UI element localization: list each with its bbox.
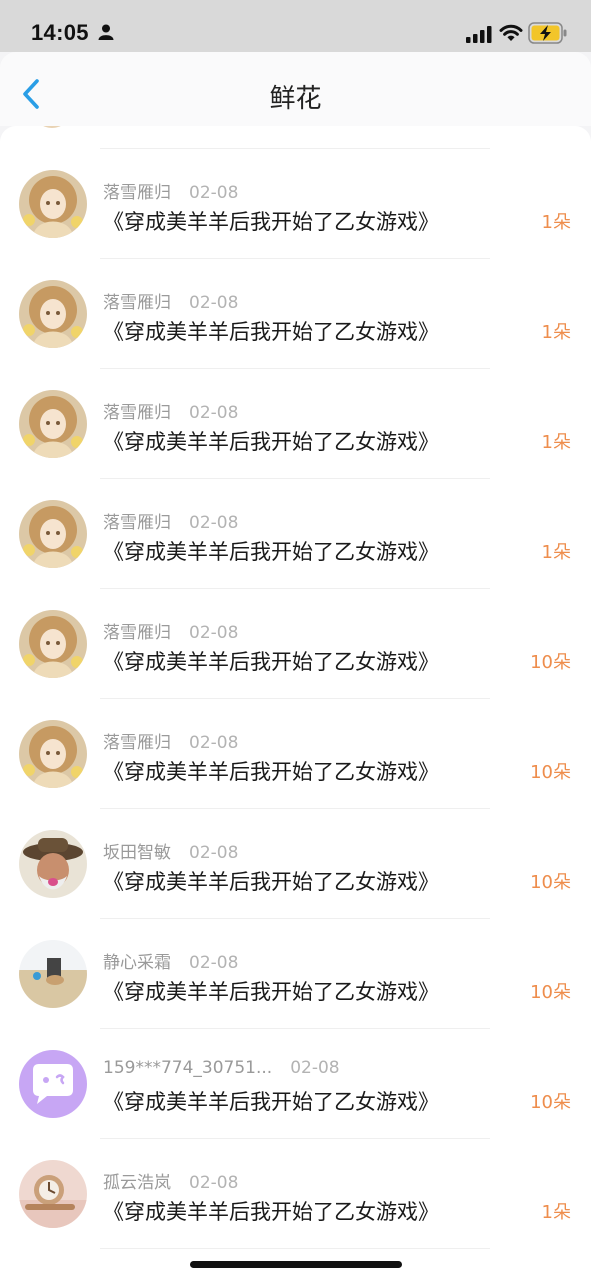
list-item[interactable]: 坂田智敏 02-08 《穿成美羊羊后我开始了乙女游戏》 10朵 xyxy=(0,786,591,919)
avatar-image xyxy=(19,280,87,348)
divider xyxy=(100,1248,490,1249)
record-date: 02-08 xyxy=(189,293,239,313)
book-title: 《穿成美羊羊后我开始了乙女游戏》 xyxy=(103,320,439,344)
record-meta: 落雪雁归 02-08 xyxy=(103,288,238,313)
page-title: 鲜花 xyxy=(269,84,322,114)
record-date: 02-08 xyxy=(189,953,239,973)
record-meta: 159***774_30751... 02-08 xyxy=(103,1058,340,1078)
book-title: 《穿成美羊羊后我开始了乙女游戏》 xyxy=(103,430,439,454)
book-title: 《穿成美羊羊后我开始了乙女游戏》 xyxy=(103,540,439,564)
flower-record-list[interactable]: 落雪雁归 02-08 《穿成美羊羊后我开始了乙女游戏》 1朵 落雪雁归 02-08 … xyxy=(0,126,591,1280)
book-title: 《穿成美羊羊后我开始了乙女游戏》 xyxy=(103,980,439,1004)
record-meta: 静心采霜 02-08 xyxy=(103,948,238,973)
list-item[interactable]: 落雪雁归 02-08 《穿成美羊羊后我开始了乙女游戏》 1朵 xyxy=(0,236,591,369)
record-meta: 落雪雁归 02-08 xyxy=(103,618,238,643)
list-item[interactable]: 落雪雁归 02-08 《穿成美羊羊后我开始了乙女游戏》 10朵 xyxy=(0,676,591,809)
avatar xyxy=(19,940,87,1008)
list-item[interactable]: 落雪雁归 02-08 《穿成美羊羊后我开始了乙女游戏》 1朵 xyxy=(0,346,591,479)
avatar-image xyxy=(19,610,87,678)
record-meta: 落雪雁归 02-08 xyxy=(103,728,238,753)
flower-count: 10朵 xyxy=(530,652,571,673)
flower-count: 1朵 xyxy=(541,1202,571,1223)
record-date: 02-08 xyxy=(189,1173,239,1193)
username: 159***774_30751... xyxy=(103,1058,273,1078)
avatar-image xyxy=(19,830,87,898)
flower-count: 10朵 xyxy=(530,982,571,1003)
flower-count: 1朵 xyxy=(541,322,571,343)
home-indicator xyxy=(190,1261,402,1268)
username: 落雪雁归 xyxy=(103,623,171,643)
battery-charging-icon xyxy=(528,22,567,44)
avatar-image xyxy=(19,390,87,458)
book-title: 《穿成美羊羊后我开始了乙女游戏》 xyxy=(103,760,439,784)
username: 落雪雁归 xyxy=(103,403,171,423)
list-item[interactable]: 159***774_30751... 02-08 《穿成美羊羊后我开始了乙女游戏》… xyxy=(0,1006,591,1139)
username: 落雪雁归 xyxy=(103,733,171,753)
username: 孤云浩岚 xyxy=(103,1173,171,1193)
username: 落雪雁归 xyxy=(103,293,171,313)
flower-count: 10朵 xyxy=(530,872,571,893)
avatar xyxy=(19,390,87,458)
record-meta: 落雪雁归 02-08 xyxy=(103,178,238,203)
list-item[interactable]: 落雪雁归 02-08 《穿成美羊羊后我开始了乙女游戏》 1朵 xyxy=(0,126,591,259)
avatar xyxy=(19,500,87,568)
record-meta: 孤云浩岚 02-08 xyxy=(103,1168,238,1193)
record-date: 02-08 xyxy=(189,403,239,423)
record-date: 02-08 xyxy=(189,183,239,203)
avatar-image xyxy=(19,940,87,1008)
navigation-bar: 鲜花 xyxy=(0,52,591,126)
record-date: 02-08 xyxy=(189,843,239,863)
book-title: 《穿成美羊羊后我开始了乙女游戏》 xyxy=(103,1200,439,1224)
flower-count: 10朵 xyxy=(530,1092,571,1113)
list-item[interactable]: 孤云浩岚 02-08 《穿成美羊羊后我开始了乙女游戏》 1朵 xyxy=(0,1116,591,1249)
username: 静心采霜 xyxy=(103,953,171,973)
avatar-image xyxy=(19,170,87,238)
flower-count: 1朵 xyxy=(541,432,571,453)
avatar-image xyxy=(19,1160,87,1228)
flower-count: 1朵 xyxy=(541,212,571,233)
record-date: 02-08 xyxy=(189,733,239,753)
record-date: 02-08 xyxy=(189,513,239,533)
status-bar: 14:05 xyxy=(0,0,591,52)
avatar xyxy=(19,1050,87,1118)
book-title: 《穿成美羊羊后我开始了乙女游戏》 xyxy=(103,210,439,234)
avatar xyxy=(19,280,87,348)
avatar-image xyxy=(19,500,87,568)
record-date: 02-08 xyxy=(290,1058,340,1078)
cellular-signal-icon xyxy=(466,26,492,43)
record-meta: 落雪雁归 02-08 xyxy=(103,398,238,423)
wifi-icon xyxy=(499,24,523,41)
book-title: 《穿成美羊羊后我开始了乙女游戏》 xyxy=(103,650,439,674)
avatar xyxy=(19,1160,87,1228)
record-meta: 落雪雁归 02-08 xyxy=(103,508,238,533)
avatar-image xyxy=(19,720,87,788)
record-date: 02-08 xyxy=(189,623,239,643)
avatar xyxy=(19,170,87,238)
list-item[interactable]: 静心采霜 02-08 《穿成美羊羊后我开始了乙女游戏》 10朵 xyxy=(0,896,591,1029)
username: 坂田智敏 xyxy=(103,843,171,863)
avatar xyxy=(19,720,87,788)
avatar-image xyxy=(19,1050,87,1118)
avatar xyxy=(19,830,87,898)
person-icon xyxy=(98,24,114,40)
book-title: 《穿成美羊羊后我开始了乙女游戏》 xyxy=(103,1090,439,1114)
avatar xyxy=(19,610,87,678)
flower-count: 10朵 xyxy=(530,762,571,783)
username: 落雪雁归 xyxy=(103,183,171,203)
flower-count: 1朵 xyxy=(541,542,571,563)
username: 落雪雁归 xyxy=(103,513,171,533)
record-meta: 坂田智敏 02-08 xyxy=(103,838,238,863)
list-item[interactable]: 落雪雁归 02-08 《穿成美羊羊后我开始了乙女游戏》 10朵 xyxy=(0,566,591,699)
list-item[interactable]: 落雪雁归 02-08 《穿成美羊羊后我开始了乙女游戏》 1朵 xyxy=(0,456,591,589)
book-title: 《穿成美羊羊后我开始了乙女游戏》 xyxy=(103,870,439,894)
status-time: 14:05 xyxy=(31,20,89,45)
